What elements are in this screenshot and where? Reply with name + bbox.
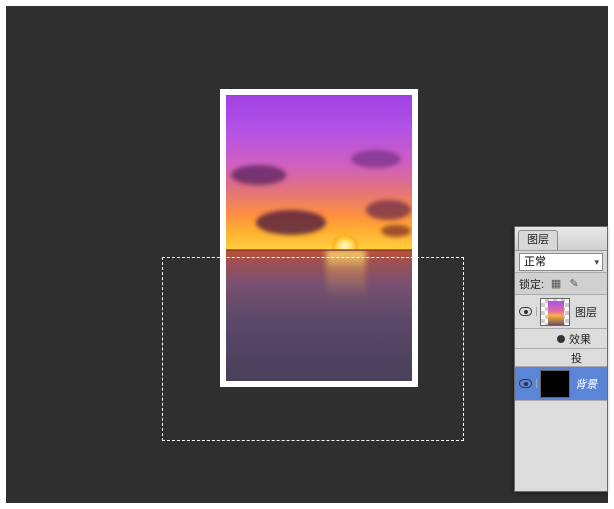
visibility-toggle[interactable] [515, 379, 537, 388]
layer-effect-item[interactable]: 投 [515, 349, 607, 367]
image-frame [220, 89, 418, 387]
tab-layers[interactable]: 图层 [518, 230, 558, 250]
panel-empty-area [515, 401, 607, 491]
layer-list: 图层 效果 投 背景 [515, 295, 607, 491]
effects-label: 效果 [569, 331, 591, 347]
layer-thumbnail[interactable] [540, 370, 570, 398]
layer-row[interactable]: 背景 [515, 367, 607, 401]
canvas-area[interactable]: 图层 正常 ▾ 锁定: ▦ ✎ 图层 [6, 6, 608, 503]
layer-label: 背景 [573, 376, 597, 392]
blend-mode-select[interactable]: 正常 ▾ [519, 253, 603, 271]
sunset-image [226, 95, 412, 381]
effect-item-label: 投 [571, 350, 582, 366]
layers-panel: 图层 正常 ▾ 锁定: ▦ ✎ 图层 [514, 226, 608, 492]
layer-effects-row[interactable]: 效果 [515, 329, 607, 349]
lock-transparent-icon[interactable]: ▦ [550, 278, 562, 290]
blend-mode-row: 正常 ▾ [515, 251, 607, 273]
panel-tabs: 图层 [515, 227, 607, 251]
eye-icon [519, 307, 532, 316]
layer-label: 图层 [573, 304, 597, 320]
layer-thumbnail[interactable] [540, 298, 570, 326]
chevron-down-icon: ▾ [594, 254, 602, 270]
lock-brush-icon[interactable]: ✎ [568, 278, 580, 290]
layer-row[interactable]: 图层 [515, 295, 607, 329]
lock-label: 锁定: [519, 276, 544, 292]
eye-icon [519, 379, 532, 388]
visibility-toggle[interactable] [515, 307, 537, 316]
lock-row: 锁定: ▦ ✎ [515, 273, 607, 295]
fx-icon [557, 335, 565, 343]
blend-mode-value: 正常 [524, 254, 546, 270]
